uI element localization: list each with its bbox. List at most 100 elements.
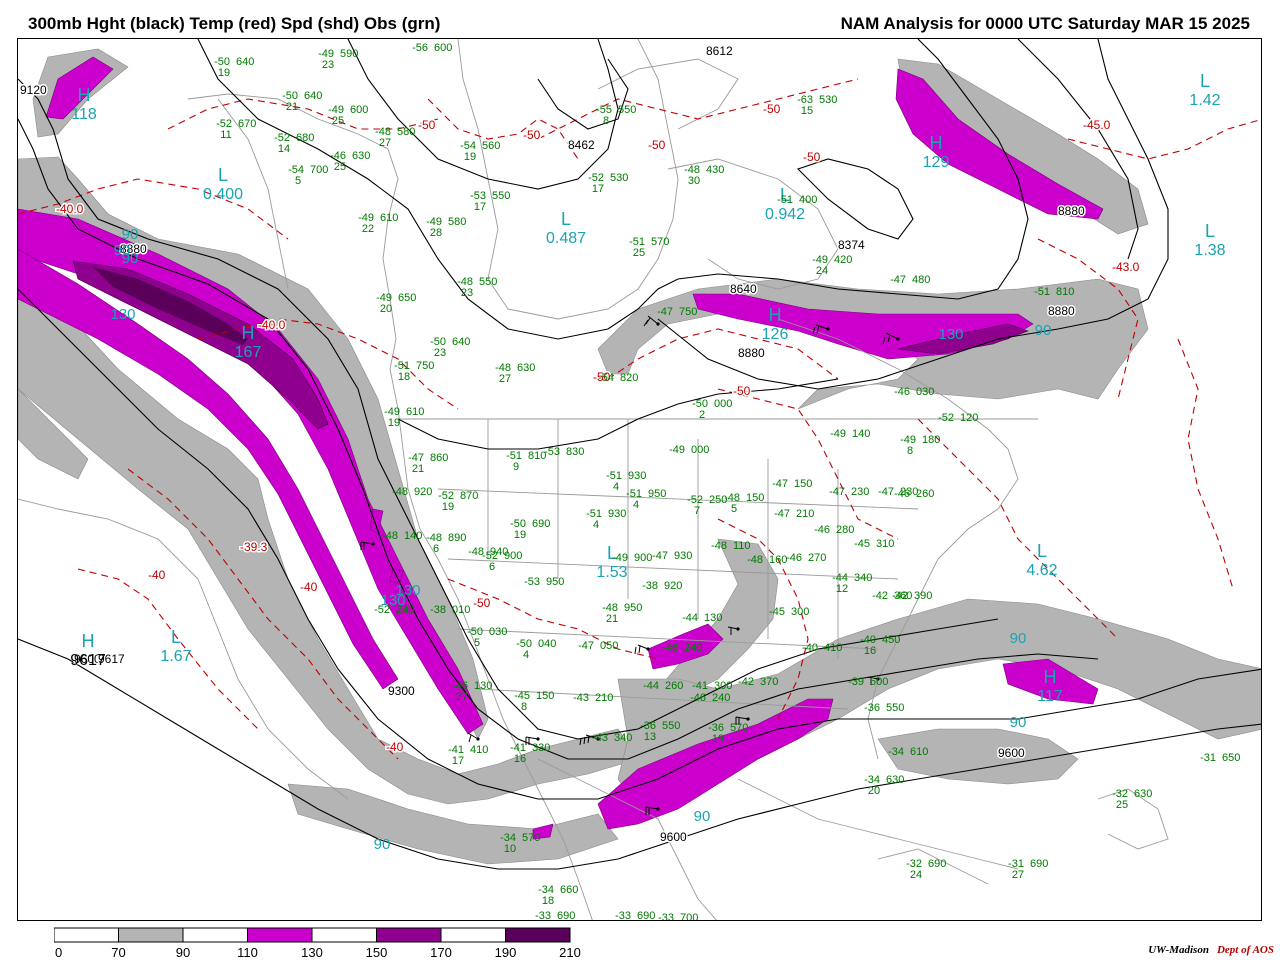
obs-height: 930 (674, 550, 692, 562)
obs-temperature: -42 (872, 590, 888, 602)
obs-temperature: -49 (612, 552, 628, 564)
pressure-center-letter: L (1205, 221, 1215, 241)
temperature-label: -40.0 (258, 318, 286, 332)
obs-height: 570 (522, 832, 540, 844)
obs-height: 450 (882, 634, 900, 646)
credit-dept: Dept of AOS (1216, 944, 1274, 956)
obs-temperature: -31 (1200, 752, 1216, 764)
obs-height: 630 (517, 362, 535, 374)
obs-height: 140 (852, 428, 870, 440)
speed-contour-label: 90 (694, 808, 711, 825)
obs-height: 810 (1056, 286, 1074, 298)
obs-dewpoint-depression: 7 (694, 505, 700, 517)
obs-height: 420 (834, 254, 852, 266)
obs-temperature: -38 (430, 604, 446, 616)
obs-height: 400 (799, 194, 817, 206)
obs-dewpoint-depression: 6 (433, 543, 439, 555)
obs-height: 300 (714, 680, 732, 692)
obs-temperature: -48 (711, 540, 727, 552)
obs-temperature: -39 (848, 676, 864, 688)
colorbar-tick: 110 (237, 945, 258, 960)
obs-temperature: -44 (682, 612, 698, 624)
speed-contour-label: 130 (938, 326, 963, 343)
obs-height: 280 (836, 524, 854, 536)
colorbar-tick: 90 (176, 945, 190, 960)
obs-temperature: -52 (938, 412, 954, 424)
obs-dewpoint-depression: 21 (412, 463, 424, 475)
height-contour-label: 9600 (660, 830, 687, 844)
obs-temperature: -36 (864, 702, 880, 714)
obs-height: 550 (618, 104, 636, 116)
obs-height: 550 (662, 720, 680, 732)
pressure-center-letter: L (218, 165, 228, 185)
obs-height: 890 (448, 532, 466, 544)
obs-height: 330 (532, 742, 550, 754)
pressure-center-value: 126 (762, 326, 789, 343)
obs-temperature: -33 (615, 910, 631, 921)
obs-dewpoint-depression: 8 (603, 115, 609, 127)
weather-map: 9120 8880 8612 8462 8374 8640 8880 8880 9300 9600… (17, 38, 1262, 921)
obs-dewpoint-depression: 4 (633, 499, 639, 511)
obs-height: 610 (406, 406, 424, 418)
obs-dewpoint-depression: 19 (442, 501, 454, 513)
obs-temperature: -45 (854, 538, 870, 550)
obs-height: 660 (560, 884, 578, 896)
obs-temperature: -41 (692, 680, 708, 692)
obs-height: 640 (304, 90, 322, 102)
obs-dewpoint-depression: 16 (864, 645, 876, 657)
obs-dewpoint-depression: 27 (1012, 869, 1024, 881)
obs-height: 860 (430, 452, 448, 464)
height-contour-label: 8612 (706, 44, 733, 58)
temperature-label: -40.0 (56, 202, 84, 216)
obs-dewpoint-depression: 23 (434, 347, 446, 359)
colorbar-segment (376, 927, 442, 943)
height-contour-label: 8640 (730, 282, 757, 296)
height-contour-label: 9300 (388, 684, 415, 698)
obs-temperature: -38 (642, 580, 658, 592)
obs-height: 310 (876, 538, 894, 550)
colorbar-tick: 170 (430, 945, 452, 960)
colorbar-segment (53, 927, 119, 943)
obs-height: 600 (350, 104, 368, 116)
credit-line: UW-Madison Dept of AOS (1148, 944, 1274, 956)
obs-height: 670 (238, 118, 256, 130)
obs-temperature: -40 (802, 642, 818, 654)
obs-height: 240 (712, 692, 730, 704)
obs-dewpoint-depression: 18 (542, 895, 554, 907)
obs-height: 950 (648, 488, 666, 500)
obs-height: 580 (397, 126, 415, 138)
obs-temperature: -53 (544, 446, 560, 458)
obs-dewpoint-depression: 21 (606, 613, 618, 625)
obs-height: 370 (760, 676, 778, 688)
colorbar-segment (118, 927, 184, 943)
height-contour-label: 8880 (1048, 304, 1075, 318)
obs-dewpoint-depression: 12 (836, 583, 848, 595)
obs-height: 410 (824, 642, 842, 654)
obs-dewpoint-depression: 19 (464, 151, 476, 163)
obs-height: 550 (492, 190, 510, 202)
map-title: 300mb Hght (black) Temp (red) Spd (shd) … (28, 14, 441, 33)
obs-height: 390 (914, 590, 932, 602)
speed-colorbar: 0 70 90 110 130 150 170 190 210 (53, 926, 654, 965)
obs-height: 580 (448, 216, 466, 228)
colorbar-tick: 190 (495, 945, 517, 960)
pressure-center-letter: L (171, 627, 181, 647)
obs-height: 230 (851, 486, 869, 498)
obs-height: 210 (796, 508, 814, 520)
obs-temperature: -49 (830, 428, 846, 440)
obs-temperature: -53 (524, 576, 540, 588)
obs-temperature: -52 (374, 604, 390, 616)
obs-height: 300 (791, 606, 809, 618)
height-contour-label: 8462 (568, 138, 595, 152)
obs-dewpoint-depression: 5 (731, 503, 737, 515)
obs-dewpoint-depression: 8 (521, 701, 527, 713)
obs-height: 820 (620, 372, 638, 384)
speed-contour-label: 90 (122, 226, 139, 243)
colorbar-tick: 150 (366, 945, 388, 960)
pressure-center-value: 9617 (70, 652, 106, 669)
obs-height: 240 (684, 642, 702, 654)
pressure-center-letter: L (1037, 541, 1047, 561)
obs-height: 550 (886, 702, 904, 714)
pressure-center-letter: H (82, 631, 95, 651)
obs-height: 500 (870, 676, 888, 688)
